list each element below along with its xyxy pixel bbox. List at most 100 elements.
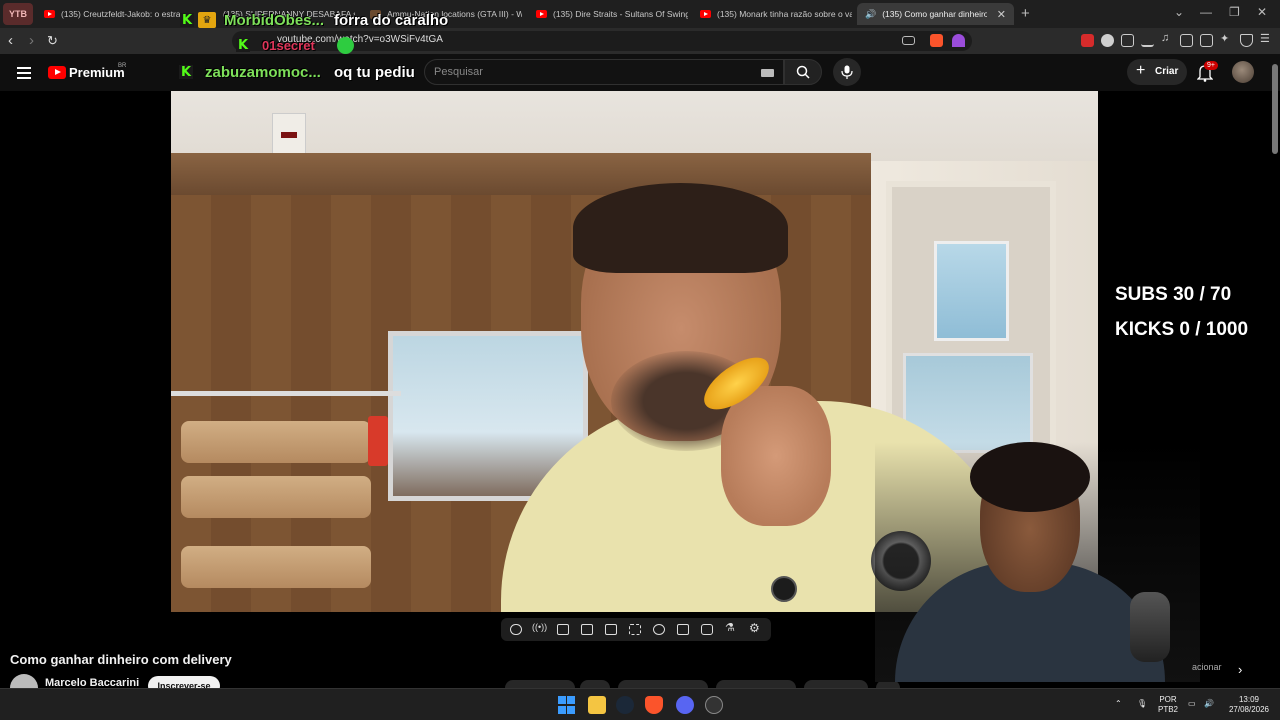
person-hand [721, 386, 831, 526]
plus-icon: + [1136, 62, 1146, 79]
kicks-counter: KICKS 0 / 1000 [1115, 319, 1249, 340]
related-filter-label[interactable]: acionar [1192, 662, 1222, 672]
add-box-icon[interactable] [677, 624, 689, 635]
browser-tab[interactable]: (135) Creutzfeldt-Jakob: o estranho [36, 3, 181, 25]
chevron-down-icon[interactable]: ⌄ [1174, 5, 1184, 19]
chat-message: forra do caralho [334, 12, 449, 29]
brave-rewards-icon[interactable] [952, 34, 965, 47]
browser-tab[interactable]: (135) Monark tinha razão sobre o val [692, 3, 852, 25]
vpn-shield-icon[interactable] [1240, 34, 1253, 47]
minimize-button[interactable]: — [1200, 5, 1212, 19]
clock[interactable]: 13:09 27/08/2026 [1224, 695, 1274, 715]
speaker-icon: 🔊 [865, 8, 877, 19]
app-icon[interactable] [705, 696, 723, 714]
youtube-premium-logo[interactable]: Premium [69, 65, 125, 80]
youtube-icon [44, 10, 55, 18]
voice-search-button[interactable] [833, 58, 861, 86]
notification-badge: 9+ [1204, 61, 1218, 70]
windows-start-icon[interactable] [558, 696, 576, 714]
chat-username: 01secret [262, 38, 315, 53]
sidebar-icon[interactable] [1180, 34, 1193, 47]
chat-message: oq tu pediu [334, 64, 415, 81]
browser-tab[interactable]: (135) Dire Straits - Sultans Of Swing ( [528, 3, 688, 25]
clock-time: 13:09 [1238, 695, 1260, 704]
search-icon [796, 65, 810, 79]
crown-icon: ♛ [198, 12, 216, 28]
kick-icon: K [179, 64, 193, 80]
file-explorer-icon[interactable] [588, 696, 606, 714]
hamburger-menu-icon[interactable] [17, 67, 31, 79]
miniplayer-icon[interactable] [605, 624, 617, 635]
extension-icon[interactable] [1101, 34, 1114, 47]
user-avatar[interactable] [1232, 61, 1254, 83]
keyboard-layout: PTB2 [1157, 705, 1178, 714]
wallet-icon[interactable] [1200, 34, 1213, 47]
video-scene-trim [171, 153, 871, 195]
volume-icon[interactable]: 🔊 [1204, 699, 1214, 709]
microphone-prop [1130, 592, 1170, 662]
keyboard-icon[interactable] [761, 69, 774, 77]
shirt-pin [771, 576, 797, 602]
youtube-header: Premium BR Pesquisar K zabuzamomoc... oq… [0, 54, 1280, 91]
create-label: Criar [1155, 66, 1179, 77]
chat-badge-icon [337, 37, 354, 54]
sparkle-icon[interactable]: ✦ [1220, 32, 1233, 45]
microphone-tray-icon[interactable]: 🎙 [1137, 699, 1147, 709]
flask-icon[interactable]: ⚗ [725, 621, 737, 634]
brave-browser-icon[interactable] [645, 696, 663, 714]
kick-icon: K [236, 37, 250, 53]
page-scrollbar[interactable] [1272, 64, 1278, 154]
network-icon[interactable]: ▭ [1188, 699, 1196, 709]
extension-icon[interactable] [1081, 34, 1094, 47]
download-icon[interactable] [1141, 34, 1154, 47]
paper-roll [181, 476, 371, 518]
speed-icon[interactable] [653, 624, 665, 635]
subs-counter: SUBS 30 / 70 [1115, 284, 1232, 305]
paper-roll [181, 421, 371, 463]
person-hair [573, 183, 788, 273]
paper-roll [181, 546, 371, 588]
view-icon[interactable] [557, 624, 569, 635]
fit-screen-icon[interactable] [629, 624, 641, 635]
loop-icon[interactable] [510, 624, 522, 635]
brave-shield-icon[interactable] [930, 34, 943, 47]
puzzle-icon[interactable] [1121, 34, 1134, 47]
broadcast-icon[interactable]: ((•)) [532, 622, 547, 633]
camera-icon[interactable] [701, 624, 713, 635]
tab-title: (135) Como ganhar dinheiro c [882, 9, 987, 19]
video-scene-red-box [368, 416, 388, 466]
windows-taskbar: ⌃ 🎙 POR PTB2 ▭ 🔊 13:09 27/08/2026 [0, 688, 1280, 720]
close-window-button[interactable]: ✕ [1257, 5, 1267, 19]
clock-date: 27/08/2026 [1228, 705, 1270, 714]
streamer-hair [970, 442, 1090, 512]
language-code: POR [1159, 695, 1177, 704]
video-title: Como ganhar dinheiro com delivery [10, 652, 232, 667]
steam-icon[interactable] [616, 696, 634, 714]
language-indicator[interactable]: POR PTB2 [1156, 695, 1180, 715]
video-scene-paper-rack [171, 391, 401, 612]
youtube-logo-icon[interactable] [48, 66, 66, 79]
chevron-up-icon[interactable]: ⌃ [1115, 699, 1122, 709]
clapper-icon[interactable] [581, 624, 593, 635]
tab-group-label[interactable]: YTB [3, 3, 33, 25]
new-tab-button[interactable]: + [1021, 5, 1030, 22]
browser-tab-active[interactable]: 🔊 (135) Como ganhar dinheiro c ✕ [857, 3, 1014, 25]
kick-icon: K [180, 12, 194, 28]
reload-button[interactable]: ↻ [47, 33, 58, 49]
close-tab-icon[interactable]: ✕ [997, 8, 1006, 21]
search-placeholder[interactable]: Pesquisar [434, 66, 483, 78]
chat-username: zabuzamomoc... [205, 64, 321, 81]
forward-button[interactable]: › [29, 32, 34, 49]
webcam-overlay [875, 442, 1200, 682]
music-icon[interactable]: ♫ [1161, 32, 1174, 45]
create-button[interactable]: + Criar [1127, 59, 1187, 85]
gear-icon[interactable]: ⚙ [749, 621, 761, 635]
maximize-button[interactable]: ❐ [1229, 5, 1240, 19]
menu-icon[interactable]: ☰ [1260, 32, 1273, 45]
chevron-right-icon[interactable]: › [1238, 662, 1242, 677]
region-label: BR [118, 63, 127, 69]
cast-icon[interactable] [902, 36, 915, 45]
discord-icon[interactable] [676, 696, 694, 714]
back-button[interactable]: ‹ [8, 32, 13, 49]
search-button[interactable] [784, 59, 822, 85]
